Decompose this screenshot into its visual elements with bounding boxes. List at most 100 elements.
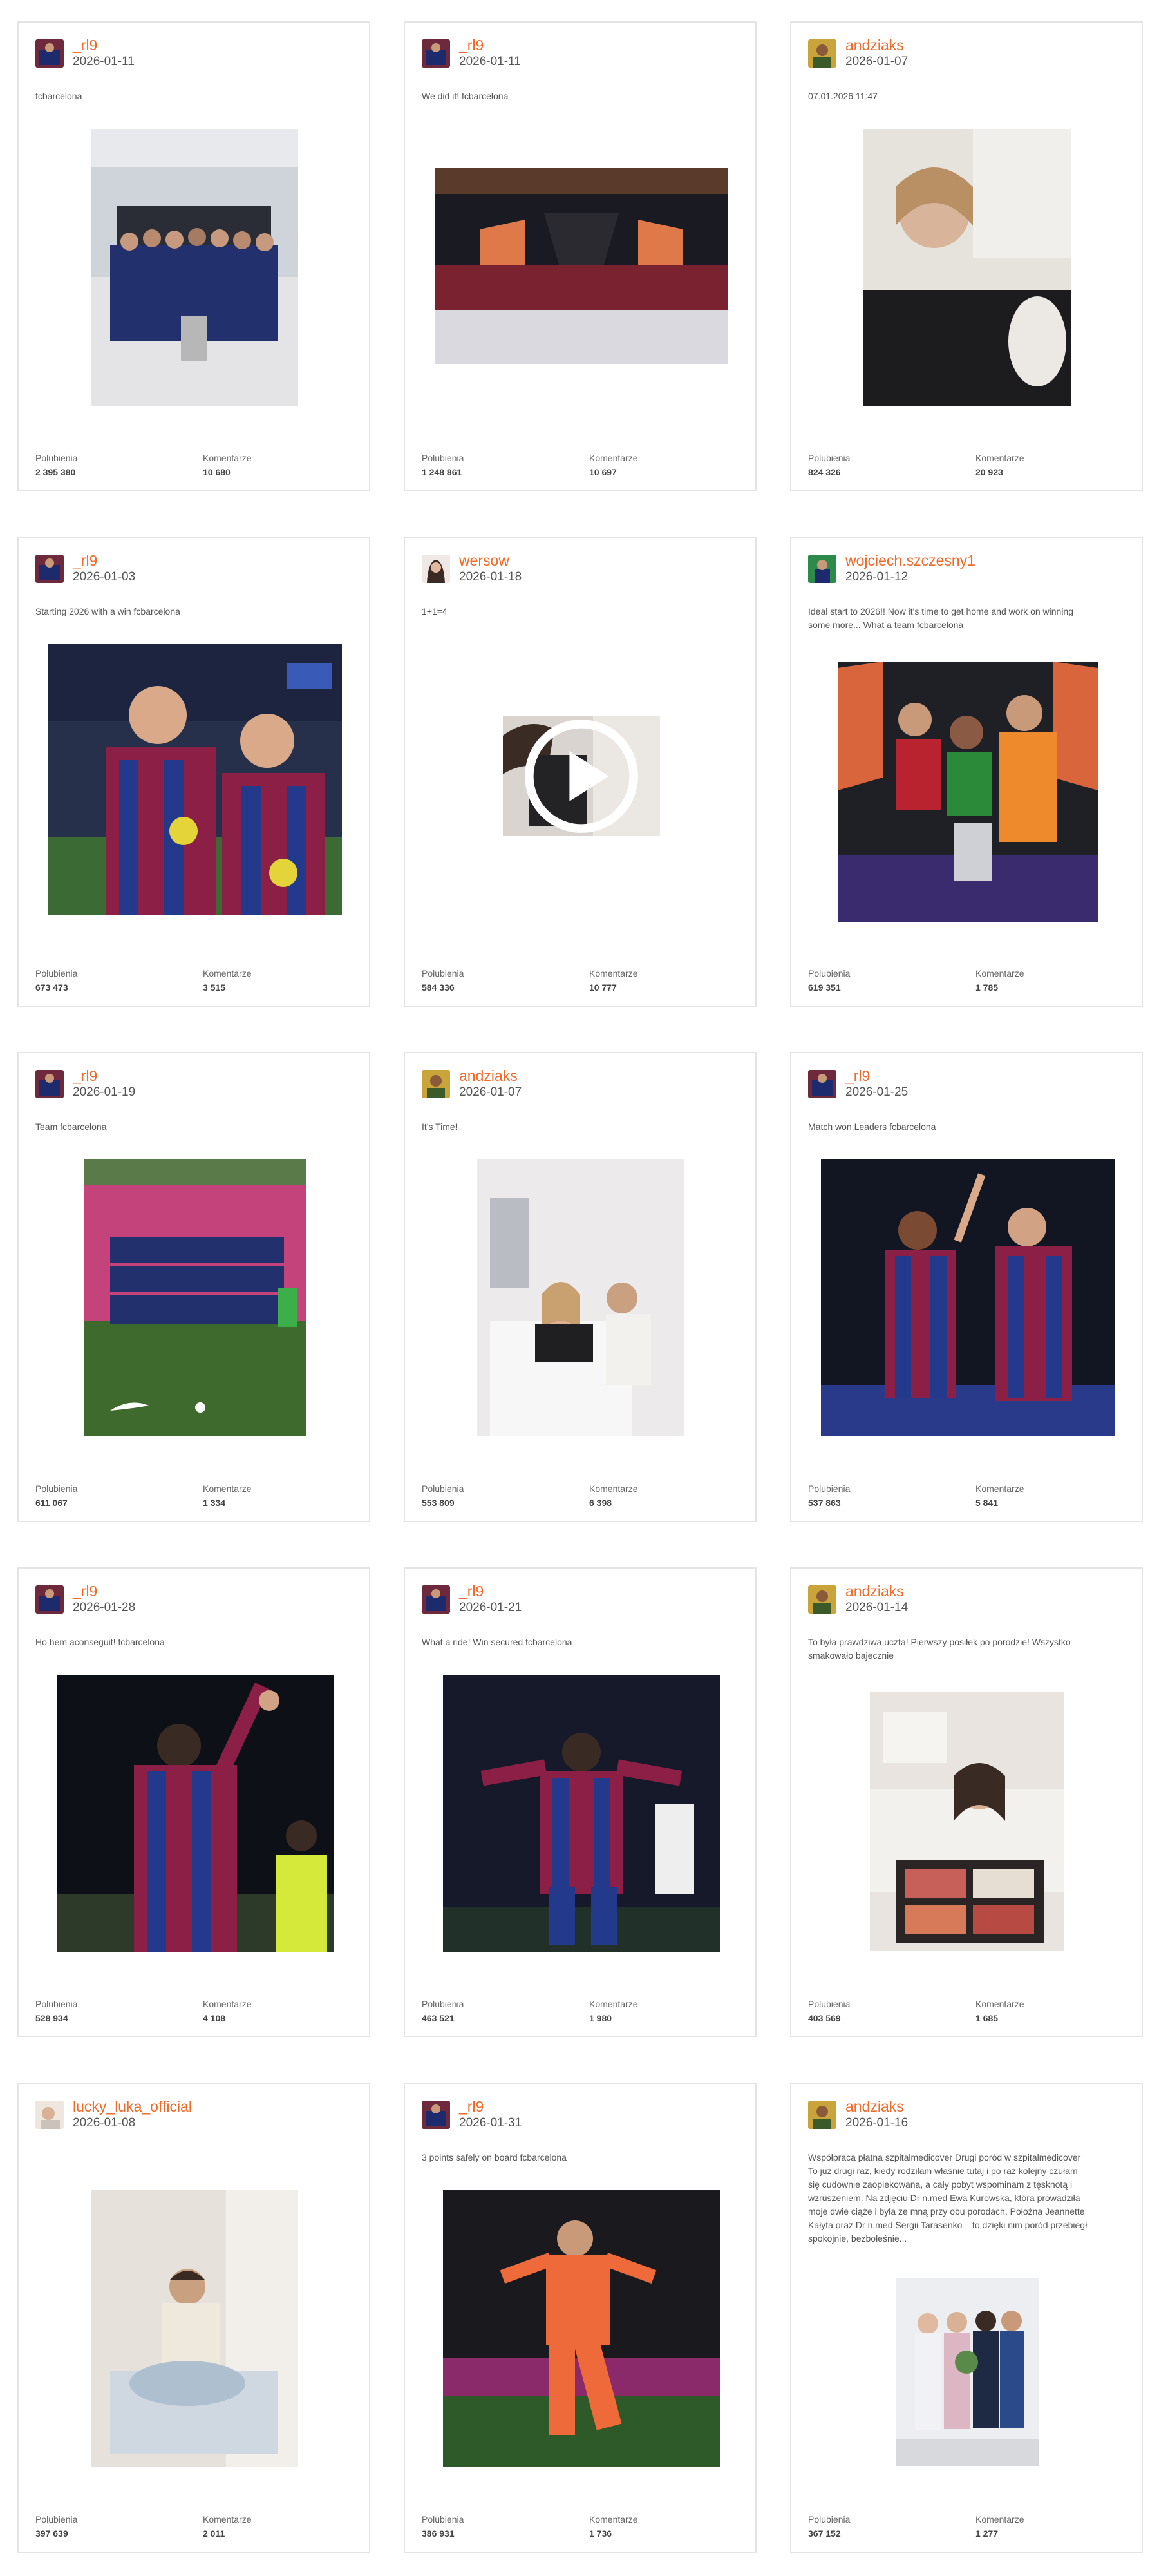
post-card: wersow 2026-01-18 1+1=4 Polubienia 584 33… <box>404 537 757 1007</box>
post-caption: Współpraca płatna szpitalmedicover Drugi… <box>808 2152 1088 2244</box>
username-link[interactable]: _rl9 <box>459 2098 522 2115</box>
post-date: 2026-01-28 <box>73 1601 136 1614</box>
post-image[interactable] <box>821 1159 1115 1436</box>
post-caption: Match won.Leaders fcbarcelona <box>808 1121 936 1132</box>
comments-label: Komentarze <box>975 1999 1024 2009</box>
post-image[interactable] <box>443 2190 720 2467</box>
likes-count: 584 336 <box>422 982 455 993</box>
avatar[interactable] <box>35 39 64 68</box>
avatar[interactable] <box>35 2101 64 2129</box>
comments-label: Komentarze <box>589 2514 638 2524</box>
post-header: _rl9 2026-01-25 <box>808 1067 908 1100</box>
post-card: _rl9 2026-01-28 Ho hem aconseguit! fcbar… <box>17 1567 370 2037</box>
post-card: andziaks 2026-01-14 To była prawdziwa uc… <box>790 1567 1143 2037</box>
post-header: _rl9 2026-01-11 <box>422 37 521 70</box>
post-video[interactable] <box>503 716 660 836</box>
post-header: _rl9 2026-01-28 <box>35 1583 135 1616</box>
post-image[interactable] <box>435 168 728 364</box>
comments-label: Komentarze <box>203 453 252 463</box>
post-image[interactable] <box>870 1692 1064 1951</box>
post-header: andziaks 2026-01-07 <box>422 1067 522 1100</box>
comments-count: 1 980 <box>589 2013 612 2023</box>
post-card: wojciech.szczesny1 2026-01-12 Ideal star… <box>790 537 1143 1007</box>
post-header: lucky_luka_official 2026-01-08 <box>35 2098 192 2131</box>
likes-count: 611 067 <box>35 1498 68 1508</box>
avatar[interactable] <box>422 1585 450 1614</box>
post-image[interactable] <box>838 662 1098 922</box>
likes-label: Polubienia <box>808 453 851 463</box>
likes-label: Polubienia <box>808 1484 851 1494</box>
post-image[interactable] <box>84 1159 306 1436</box>
comments-count: 1 685 <box>975 2013 999 2023</box>
avatar[interactable] <box>422 555 450 583</box>
post-date: 2026-01-31 <box>459 2116 522 2130</box>
avatar[interactable] <box>808 1070 836 1098</box>
likes-count: 619 351 <box>808 982 841 993</box>
post-date: 2026-01-07 <box>845 55 909 68</box>
likes-count: 528 934 <box>35 2013 68 2023</box>
avatar[interactable] <box>35 1585 64 1614</box>
post-card: lucky_luka_official 2026-01-08 Polubieni… <box>17 2083 370 2553</box>
play-icon[interactable] <box>503 716 660 836</box>
avatar[interactable] <box>808 1585 836 1614</box>
avatar[interactable] <box>808 555 836 583</box>
avatar[interactable] <box>808 2101 836 2129</box>
username-link[interactable]: _rl9 <box>459 1583 522 1599</box>
username-link[interactable]: andziaks <box>845 1583 908 1599</box>
avatar[interactable] <box>808 39 836 68</box>
comments-label: Komentarze <box>203 1484 252 1494</box>
post-header: _rl9 2026-01-11 <box>35 37 135 70</box>
likes-count: 537 863 <box>808 1498 841 1508</box>
likes-label: Polubienia <box>35 1484 78 1494</box>
username-link[interactable]: andziaks <box>845 37 908 53</box>
username-link[interactable]: _rl9 <box>459 37 521 53</box>
username-link[interactable]: _rl9 <box>845 1067 908 1084</box>
avatar[interactable] <box>35 1070 64 1098</box>
post-date: 2026-01-19 <box>73 1085 136 1099</box>
post-caption: We did it! fcbarcelona <box>422 91 509 101</box>
username-link[interactable]: andziaks <box>845 2098 908 2115</box>
likes-count: 553 809 <box>422 1498 455 1508</box>
avatar[interactable] <box>422 2101 450 2129</box>
post-image[interactable] <box>91 2190 298 2467</box>
likes-count: 2 395 380 <box>35 467 76 477</box>
username-link[interactable]: _rl9 <box>73 1067 135 1084</box>
post-date: 2026-01-08 <box>73 2116 136 2130</box>
username-link[interactable]: andziaks <box>459 1067 522 1084</box>
post-image[interactable] <box>91 129 298 406</box>
likes-label: Polubienia <box>35 1999 78 2009</box>
post-caption: What a ride! Win secured fcbarcelona <box>422 1637 572 1647</box>
post-card: _rl9 2026-01-31 3 points safely on board… <box>404 2083 757 2553</box>
likes-count: 1 248 861 <box>422 467 462 477</box>
post-caption: To była prawdziwa uczta! Pierwszy posiłe… <box>808 1637 1071 1661</box>
likes-label: Polubienia <box>808 1999 851 2009</box>
post-date: 2026-01-21 <box>459 1601 522 1614</box>
comments-count: 6 398 <box>589 1498 612 1508</box>
likes-label: Polubienia <box>422 1999 464 2009</box>
post-image[interactable] <box>863 129 1071 406</box>
avatar[interactable] <box>35 555 64 583</box>
post-date: 2026-01-11 <box>73 55 135 68</box>
post-caption: Ideal start to 2026!! Now it's time to g… <box>808 606 1074 630</box>
username-link[interactable]: _rl9 <box>73 1583 135 1599</box>
comments-label: Komentarze <box>203 1999 252 2009</box>
avatar[interactable] <box>422 1070 450 1098</box>
username-link[interactable]: _rl9 <box>73 552 135 569</box>
post-caption: Ho hem aconseguit! fcbarcelona <box>35 1637 165 1647</box>
post-image[interactable] <box>443 1675 720 1952</box>
post-image[interactable] <box>896 2278 1039 2466</box>
post-image[interactable] <box>57 1675 334 1952</box>
post-card: _rl9 2026-01-03 Starting 2026 with a win… <box>17 537 370 1007</box>
post-date: 2026-01-18 <box>459 570 522 584</box>
avatar[interactable] <box>422 39 450 68</box>
username-link[interactable]: lucky_luka_official <box>73 2098 192 2115</box>
likes-label: Polubienia <box>35 453 78 463</box>
username-link[interactable]: wojciech.szczesny1 <box>845 552 975 569</box>
post-image[interactable] <box>48 644 342 915</box>
post-header: wersow 2026-01-18 <box>422 552 522 585</box>
comments-label: Komentarze <box>975 2514 1024 2524</box>
post-image[interactable] <box>477 1159 684 1436</box>
username-link[interactable]: wersow <box>459 552 522 569</box>
post-header: _rl9 2026-01-19 <box>35 1067 135 1100</box>
username-link[interactable]: _rl9 <box>73 37 135 53</box>
